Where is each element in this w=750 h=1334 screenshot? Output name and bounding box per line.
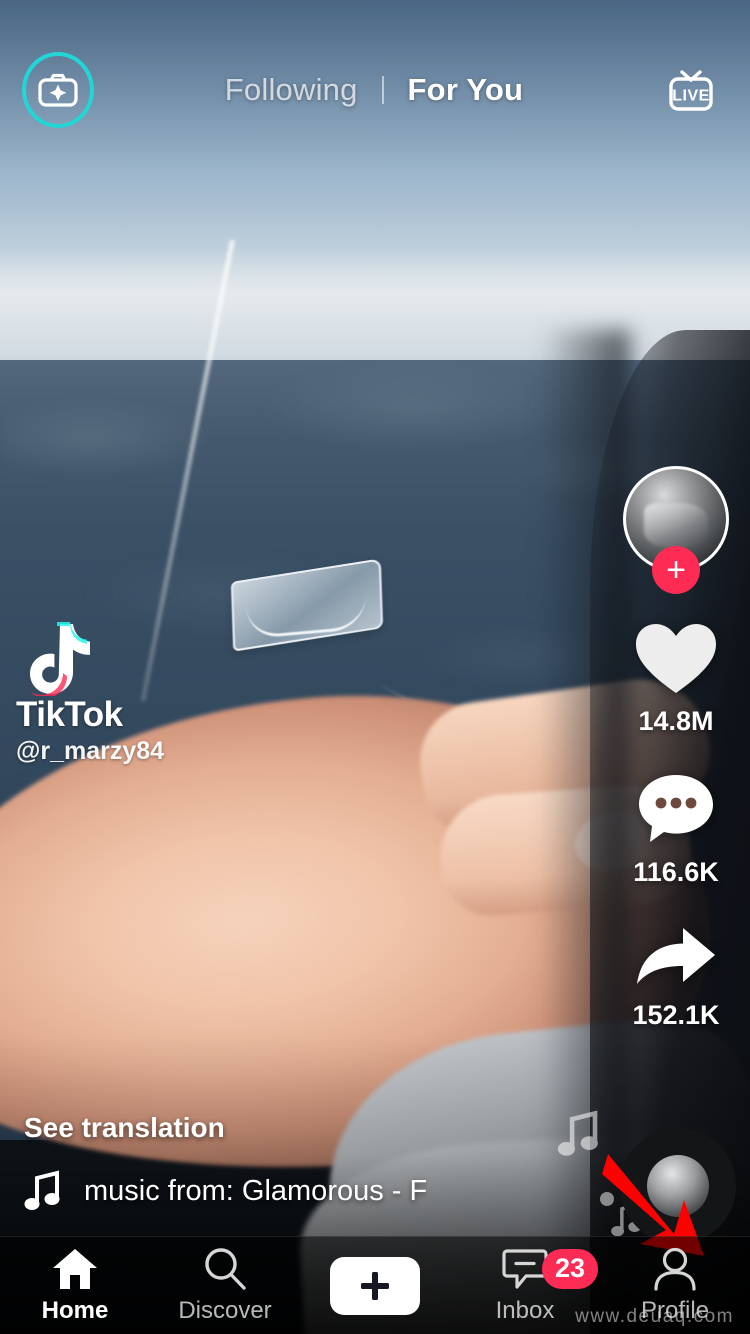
tiktok-watermark: TikTok @r_marzy84 [16,618,256,766]
caption-block: See translation music from: Glamorous - … [24,1112,584,1212]
share-button[interactable]: 152.1K [632,922,720,1031]
action-rail: + 14.8M 116.6K 152.1K [616,466,736,1065]
nav-label-home: Home [41,1296,109,1324]
plus-icon [361,1271,389,1300]
nav-label-inbox: Inbox [495,1296,555,1324]
effects-camera-button[interactable] [22,52,94,128]
avatar-follow-group[interactable]: + [623,466,729,594]
tab-following[interactable]: Following [201,72,382,108]
tab-for-you[interactable]: For You [384,72,548,108]
watermark-username: @r_marzy84 [16,737,165,765]
tiktok-app-screen: Following For You LIVE TikTok @r_marzy84… [0,0,750,1334]
person-icon [654,1247,696,1291]
see-translation-link[interactable]: See translation [24,1112,584,1144]
music-note-icon [24,1170,60,1210]
svg-text:LIVE: LIVE [672,88,710,105]
live-tv-icon: LIVE [669,70,713,111]
watermark-brand: TikTok [16,695,123,734]
home-icon [53,1248,97,1289]
search-icon [205,1247,246,1290]
share-count: 152.1K [632,1000,720,1030]
share-arrow-icon [636,928,715,984]
comment-button[interactable]: 116.6K [633,771,719,888]
live-button[interactable]: LIVE [654,53,728,127]
camera-sparkle-icon [38,73,78,107]
nav-item-discover[interactable]: Discover [150,1237,300,1334]
follow-button[interactable]: + [652,546,700,594]
music-row[interactable]: music from: Glamorous - F [24,1170,584,1212]
inbox-badge: 23 [542,1248,598,1289]
feed-tabs: Following For You [201,72,547,108]
nav-item-home[interactable]: Home [0,1237,150,1334]
heart-icon [636,624,716,693]
nav-label-discover: Discover [178,1296,272,1324]
music-title: music from: Glamorous - F [84,1174,428,1207]
create-button[interactable] [322,1256,428,1315]
nav-item-create[interactable] [300,1237,450,1334]
comment-count: 116.6K [633,857,719,887]
comment-icon [638,775,713,842]
follow-plus-label: + [666,551,686,589]
tiktok-note-logo [30,622,90,698]
create-button-wrap[interactable] [322,1256,428,1315]
like-button[interactable]: 14.8M [633,620,719,737]
site-watermark: www.deuaq.com [575,1306,734,1327]
top-bar: Following For You LIVE [0,40,750,140]
floating-music-note-icon [557,1110,598,1156]
like-count: 14.8M [638,706,714,736]
